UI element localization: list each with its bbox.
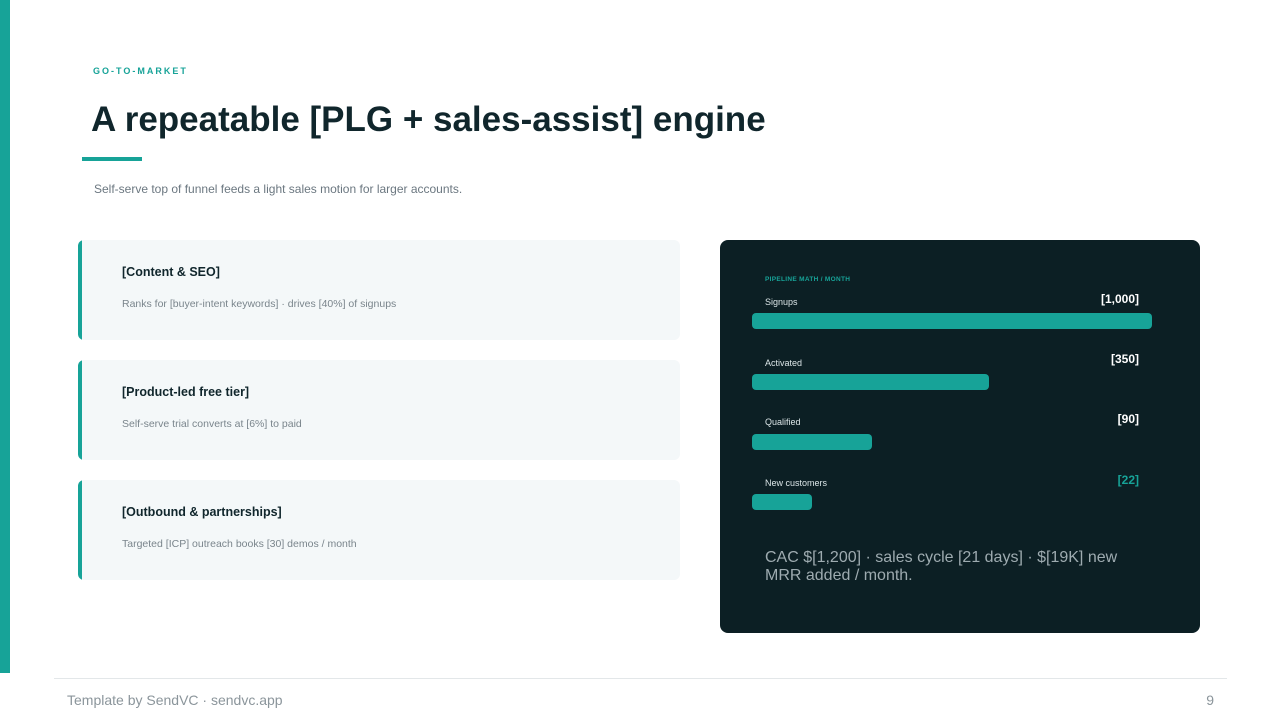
left-accent-bar [0, 0, 10, 673]
channel-card-content-seo: [Content & SEO] Ranks for [buyer-intent … [78, 240, 680, 340]
title-underline [82, 157, 142, 161]
funnel-row-value-qualified: [90] [1117, 412, 1139, 426]
channel-card-description: Self-serve trial converts at [6%] to pai… [122, 418, 302, 430]
footer-credit: Template by SendVC · sendvc.app [67, 692, 283, 708]
funnel-bar-activated [752, 374, 989, 390]
pipeline-summary-note: CAC $[1,200] · sales cycle [21 days] · $… [765, 549, 1118, 584]
channel-card-title: [Outbound & partnerships] [122, 505, 282, 519]
footer-divider [54, 678, 1227, 679]
funnel-row-label-qualified: Qualified [765, 417, 801, 427]
slide-subtitle: Self-serve top of funnel feeds a light s… [94, 182, 463, 196]
channel-card-title: [Product-led free tier] [122, 385, 250, 399]
funnel-row-label-signups: Signups [765, 297, 798, 307]
pipeline-panel: PIPELINE MATH / MONTH Signups [1,000] Ac… [720, 240, 1200, 633]
funnel-row-value-activated: [350] [1110, 352, 1139, 366]
funnel-bar-qualified [752, 434, 872, 450]
funnel-row-label-new-customers: New customers [765, 478, 828, 488]
funnel-row-value-new-customers: [22] [1117, 473, 1139, 487]
channel-card-outbound: [Outbound & partnerships] Targeted [ICP]… [78, 480, 680, 580]
funnel-bar-new-customers [752, 494, 812, 510]
funnel-row-value-signups: [1,000] [1100, 292, 1139, 306]
channel-card-description: Ranks for [buyer-intent keywords] · driv… [122, 298, 397, 310]
slide-title: A repeatable [PLG + sales-assist] engine [91, 100, 766, 139]
pipeline-panel-label: PIPELINE MATH / MONTH [765, 276, 851, 283]
section-eyebrow: GO-TO-MARKET [93, 66, 188, 76]
funnel-row-label-activated: Activated [765, 358, 803, 368]
page-number: 9 [1206, 692, 1214, 708]
channel-card-title: [Content & SEO] [122, 265, 220, 279]
funnel-bar-signups [752, 313, 1152, 329]
channel-card-description: Targeted [ICP] outreach books [30] demos… [122, 538, 357, 550]
channel-card-free-tier: [Product-led free tier] Self-serve trial… [78, 360, 680, 460]
